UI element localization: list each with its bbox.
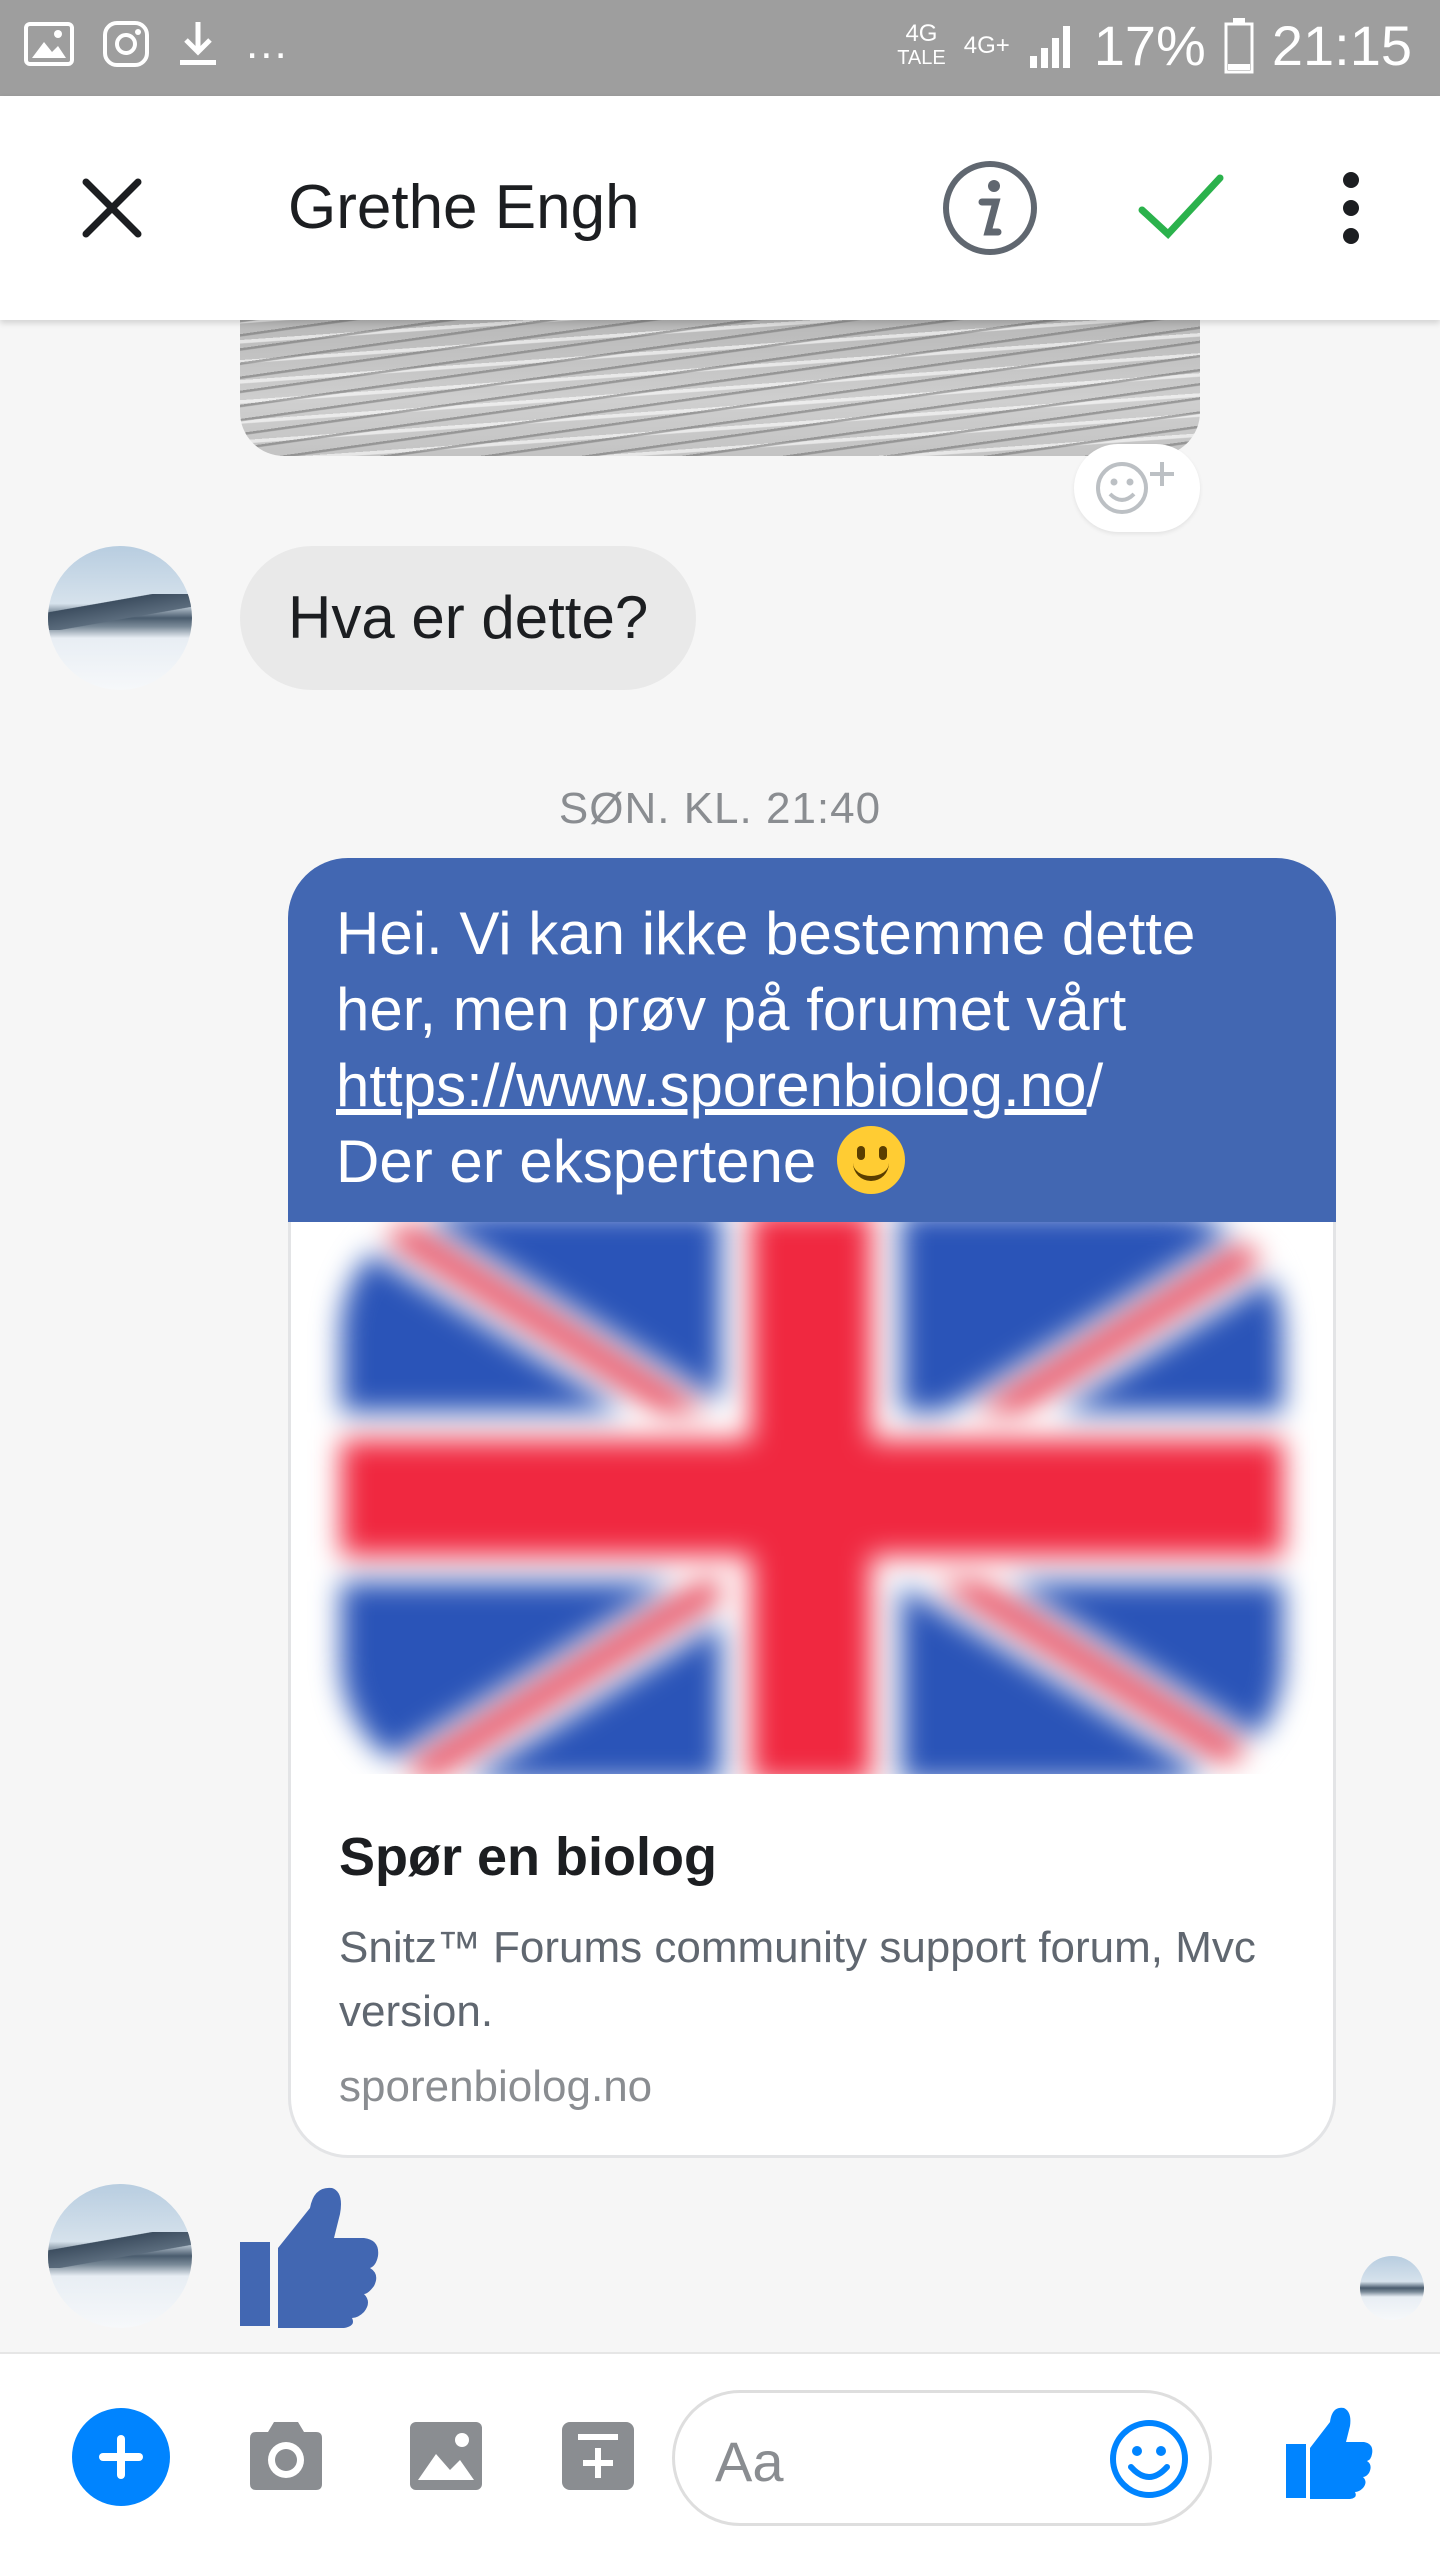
add-icon[interactable] xyxy=(72,2408,170,2506)
status-more: ... xyxy=(246,19,289,68)
battery-icon xyxy=(1224,18,1254,74)
contact-avatar[interactable] xyxy=(48,2184,192,2328)
add-reaction-button[interactable] xyxy=(1074,444,1200,532)
link-preview-image xyxy=(291,1222,1333,1774)
smiling-face-emoji-icon xyxy=(836,1126,905,1194)
message-input-wrapper xyxy=(672,2390,1212,2526)
message-timestamp: SØN. KL. 21:40 xyxy=(558,784,882,833)
camera-icon[interactable] xyxy=(244,2416,328,2496)
info-icon[interactable] xyxy=(940,158,1040,258)
outgoing-message[interactable]: Hei. Vi kan ikke bestemme dette her, men… xyxy=(288,858,1336,1222)
outgoing-line-1: Hei. Vi kan ikke bestemme dette xyxy=(336,900,1196,967)
download-icon xyxy=(180,22,216,65)
shared-photo[interactable] xyxy=(240,320,1200,456)
network-indicator: 4G TALE xyxy=(897,22,946,70)
gallery-icon xyxy=(24,22,74,66)
union-jack-image xyxy=(341,1222,1283,1774)
emoji-icon[interactable] xyxy=(1107,2417,1191,2501)
like-icon[interactable] xyxy=(1284,2404,1374,2500)
outgoing-line-4: Der er ekspertene xyxy=(336,1124,1288,1200)
status-right: 4G TALE 4G+ 17% 21:15 xyxy=(897,14,1412,78)
message-composer xyxy=(0,2352,1440,2560)
network-type-2: 4G+ xyxy=(963,32,1010,59)
add-reaction-icon xyxy=(1096,462,1174,514)
seen-by-avatar xyxy=(1360,2256,1424,2320)
contact-name[interactable]: Grethe Engh xyxy=(288,172,640,244)
status-left: ... xyxy=(24,20,289,68)
battery-percent: 17% xyxy=(1093,14,1206,77)
more-vertical-icon[interactable] xyxy=(1326,168,1376,248)
instagram-icon xyxy=(103,21,149,67)
image-icon[interactable] xyxy=(404,2416,488,2496)
link-preview-domain: sporenbiolog.no xyxy=(339,2062,653,2111)
thumbs-up-sticker-icon[interactable] xyxy=(240,2180,380,2330)
forum-link[interactable]: https://www.sporenbiolog.no xyxy=(336,1052,1086,1119)
outgoing-line-4-text: Der er ekspertene xyxy=(336,1128,817,1195)
link-tail: / xyxy=(1086,1052,1104,1119)
chat-header: Grethe Engh xyxy=(0,96,1440,320)
incoming-message[interactable]: Hva er dette? xyxy=(240,546,697,690)
clock: 21:15 xyxy=(1271,14,1412,77)
contact-avatar[interactable] xyxy=(48,546,192,690)
compose-icon[interactable] xyxy=(556,2416,640,2496)
network-sub: TALE xyxy=(897,47,946,69)
link-preview-description: Snitz™ Forums community support forum, M… xyxy=(339,1923,1256,2036)
close-icon[interactable] xyxy=(72,168,152,248)
message-input[interactable] xyxy=(715,2423,1055,2499)
link-preview-title: Spør en biolog xyxy=(339,1827,717,1887)
outgoing-link-line: https://www.sporenbiolog.no/ xyxy=(336,1048,1288,1124)
status-bar: ... 4G TALE 4G+ 17% 21:15 xyxy=(0,0,1440,96)
link-preview-card[interactable]: Spør en biolog Snitz™ Forums community s… xyxy=(288,1222,1336,2158)
outgoing-line-2: her, men prøv på forumet vårt xyxy=(336,976,1127,1043)
check-icon[interactable] xyxy=(1136,168,1226,248)
signal-icon xyxy=(1029,26,1070,68)
network-type: 4G xyxy=(905,20,938,47)
